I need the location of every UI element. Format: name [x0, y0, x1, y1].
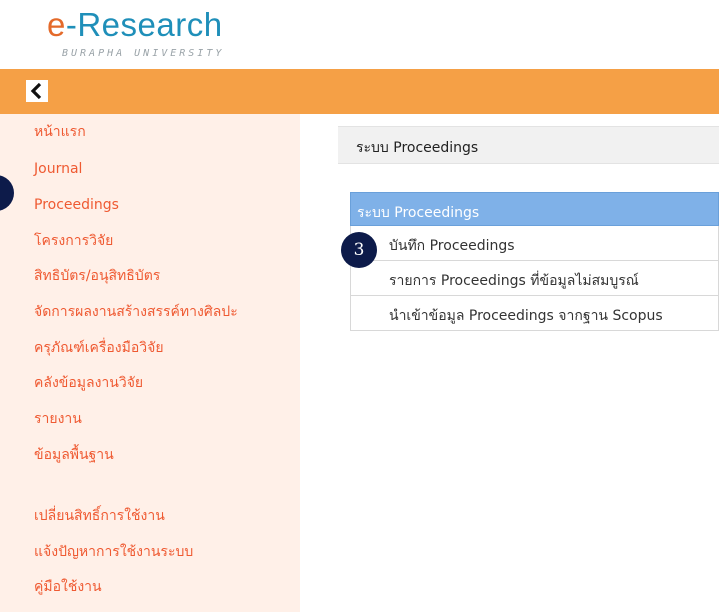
sidebar-item-change-role[interactable]: เปลี่ยนสิทธิ์การใช้งาน: [34, 507, 165, 525]
sidebar: [0, 114, 300, 612]
step-marker-3: 3: [341, 232, 377, 268]
sidebar-item-research-repository[interactable]: คลังข้อมูลงานวิจัย: [34, 374, 143, 392]
menu-item-import-scopus[interactable]: นำเข้าข้อมูล Proceedings จากฐาน Scopus: [350, 296, 719, 331]
page-title: ระบบ Proceedings: [356, 140, 479, 156]
logo-text: e-Research: [47, 6, 223, 43]
sidebar-item-reports[interactable]: รายงาน: [34, 410, 82, 428]
sidebar-item-journal[interactable]: Journal: [34, 160, 82, 178]
sidebar-collapse-button[interactable]: [26, 80, 48, 102]
chevron-left-icon: [30, 83, 42, 99]
site-logo[interactable]: e-Research BURAPHA UNIVERSITY: [47, 6, 223, 59]
sidebar-item-home[interactable]: หน้าแรก: [34, 123, 86, 141]
sidebar-item-creative-works[interactable]: จัดการผลงานสร้างสรรค์ทางศิลปะ: [34, 303, 238, 321]
sidebar-item-patents[interactable]: สิทธิบัตร/อนุสิทธิบัตร: [34, 267, 160, 285]
panel-title: ระบบ Proceedings: [350, 192, 719, 226]
top-bar: [0, 69, 719, 114]
menu-item-incomplete-proceedings[interactable]: รายการ Proceedings ที่ข้อมูลไม่สมบูรณ์: [350, 261, 719, 296]
sidebar-item-proceedings[interactable]: Proceedings: [34, 196, 119, 214]
proceedings-menu-panel: ระบบ Proceedings บันทึก Proceedings รายก…: [350, 192, 719, 331]
logo-subtitle: BURAPHA UNIVERSITY: [62, 48, 225, 59]
sidebar-item-basic-data[interactable]: ข้อมูลพื้นฐาน: [34, 446, 114, 464]
sidebar-item-research-projects[interactable]: โครงการวิจัย: [34, 232, 113, 250]
page-title-bar: ระบบ Proceedings: [338, 126, 719, 164]
sidebar-item-manual[interactable]: คู่มือใช้งาน: [34, 578, 102, 596]
sidebar-item-equipment[interactable]: ครุภัณฑ์เครื่องมือวิจัย: [34, 339, 164, 357]
sidebar-item-report-problem[interactable]: แจ้งปัญหาการใช้งานระบบ: [34, 543, 193, 561]
menu-item-record-proceedings[interactable]: บันทึก Proceedings: [350, 226, 719, 261]
